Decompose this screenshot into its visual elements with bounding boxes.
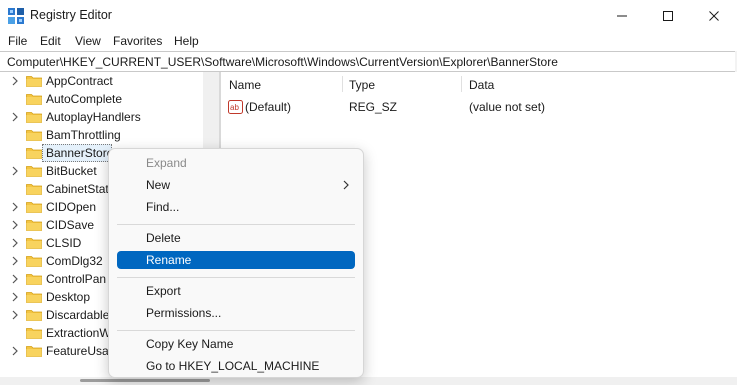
tree-item-label: CabinetStat: [46, 182, 109, 196]
chevron-right-icon[interactable]: [10, 291, 20, 303]
close-icon: [709, 10, 719, 21]
context-menu: Expand New Find... Delete Rename Export Permis…: [108, 148, 364, 378]
address-path[interactable]: Computer\HKEY_CURRENT_USER\Software\Micr…: [7, 55, 558, 69]
chevron-right-icon[interactable]: [10, 255, 20, 267]
tree-item[interactable]: BamThrottling: [0, 126, 219, 144]
menu-view[interactable]: View: [75, 34, 101, 48]
horizontal-scrollbar-thumb[interactable]: [80, 379, 210, 382]
column-separator[interactable]: [461, 76, 462, 92]
tree-item-label: BamThrottling: [46, 128, 121, 142]
folder-icon: [26, 346, 42, 357]
chevron-right-icon[interactable]: [10, 165, 20, 177]
close-button[interactable]: [691, 0, 737, 31]
context-menu-item-permissions[interactable]: Permissions...: [117, 304, 355, 322]
context-menu-item-go-to-hkey-local-machine[interactable]: Go to HKEY_LOCAL_MACHINE: [117, 357, 355, 375]
context-menu-item-new[interactable]: New: [117, 176, 355, 194]
chevron-right-icon: [343, 180, 349, 190]
chevron-right-icon[interactable]: [10, 237, 20, 249]
svg-text:ab: ab: [230, 103, 239, 112]
menu-separator: [117, 224, 355, 225]
context-menu-item-rename[interactable]: Rename: [117, 251, 355, 269]
tree-item[interactable]: AutoplayHandlers: [0, 108, 219, 126]
tree-item-label: CIDSave: [46, 218, 95, 232]
folder-icon: [26, 274, 42, 285]
menu-help[interactable]: Help: [174, 34, 199, 48]
value-data: (value not set): [469, 100, 546, 114]
tree-item-label: ExtractionW: [46, 326, 111, 340]
tree-item-label: Discardable: [46, 308, 110, 322]
horizontal-scrollbar[interactable]: [0, 377, 737, 385]
chevron-right-icon[interactable]: [10, 201, 20, 213]
folder-icon: [26, 112, 42, 123]
title-bar: Registry Editor: [0, 0, 737, 31]
context-menu-item-delete[interactable]: Delete: [117, 229, 355, 247]
chevron-right-icon[interactable]: [10, 75, 20, 87]
context-menu-item-label: New: [146, 178, 171, 192]
tree-item[interactable]: AppContract: [0, 72, 219, 90]
string-value-icon: ab: [228, 100, 243, 114]
context-menu-item-label: Expand: [146, 156, 187, 170]
menu-edit[interactable]: Edit: [40, 34, 61, 48]
context-menu-item-label: Permissions...: [146, 306, 222, 320]
context-menu-item-label: Delete: [146, 231, 181, 245]
tree-item-label: Desktop: [46, 290, 91, 304]
folder-icon: [26, 94, 42, 105]
menu-favorites[interactable]: Favorites: [113, 34, 162, 48]
window-title: Registry Editor: [30, 8, 112, 22]
column-header-type[interactable]: Type: [349, 78, 375, 92]
folder-icon: [26, 166, 42, 177]
address-bar[interactable]: Computer\HKEY_CURRENT_USER\Software\Micr…: [0, 51, 735, 72]
folder-icon: [26, 220, 42, 231]
tree-item-label: BannerStore: [46, 146, 114, 160]
context-menu-item-export[interactable]: Export: [117, 282, 355, 300]
maximize-button[interactable]: [645, 0, 691, 31]
tree-item-label: AppContract: [46, 74, 113, 88]
folder-icon: [26, 130, 42, 141]
context-menu-item-label: Rename: [146, 253, 192, 267]
chevron-right-icon[interactable]: [10, 219, 20, 231]
tree-item-label: ControlPan: [46, 272, 107, 286]
chevron-right-icon[interactable]: [10, 273, 20, 285]
chevron-right-icon[interactable]: [10, 111, 20, 123]
column-header-name[interactable]: Name: [229, 78, 261, 92]
minimize-icon: [617, 15, 627, 16]
folder-icon: [26, 256, 42, 267]
folder-icon: [26, 328, 42, 339]
menu-separator: [117, 277, 355, 278]
menu-bar: File Edit View Favorites Help: [0, 31, 737, 51]
registry-editor-icon: [8, 8, 24, 24]
context-menu-item-expand: Expand: [117, 154, 355, 172]
value-type: REG_SZ: [349, 100, 398, 114]
tree-item-label: ComDlg32: [46, 254, 103, 268]
tree-item-label: BitBucket: [46, 164, 97, 178]
folder-icon: [26, 202, 42, 213]
tree-item[interactable]: AutoComplete: [0, 90, 219, 108]
maximize-icon: [663, 10, 673, 21]
minimize-button[interactable]: [599, 0, 645, 31]
folder-icon: [26, 184, 42, 195]
menu-file[interactable]: File: [8, 34, 27, 48]
menu-separator: [117, 330, 355, 331]
folder-icon: [26, 238, 42, 249]
context-menu-item-label: Find...: [146, 200, 180, 214]
value-name[interactable]: (Default): [245, 100, 291, 114]
column-header-data[interactable]: Data: [469, 78, 494, 92]
tree-item-label: CIDOpen: [46, 200, 97, 214]
folder-icon: [26, 148, 42, 159]
context-menu-item-label: Go to HKEY_LOCAL_MACHINE: [146, 359, 320, 373]
tree-item-label: AutoplayHandlers: [46, 110, 141, 124]
folder-icon: [26, 310, 42, 321]
tree-item-label: AutoComplete: [46, 92, 123, 106]
chevron-right-icon[interactable]: [10, 345, 20, 357]
tree-item-label: CLSID: [46, 236, 82, 250]
context-menu-item-label: Copy Key Name: [146, 337, 234, 351]
folder-icon: [26, 76, 42, 87]
column-separator[interactable]: [342, 76, 343, 92]
context-menu-item-copy-key-name[interactable]: Copy Key Name: [117, 335, 355, 353]
folder-icon: [26, 292, 42, 303]
context-menu-item-label: Export: [146, 284, 181, 298]
chevron-right-icon[interactable]: [10, 309, 20, 321]
context-menu-item-find[interactable]: Find...: [117, 198, 355, 216]
tree-item-label: FeatureUsag: [46, 344, 116, 358]
